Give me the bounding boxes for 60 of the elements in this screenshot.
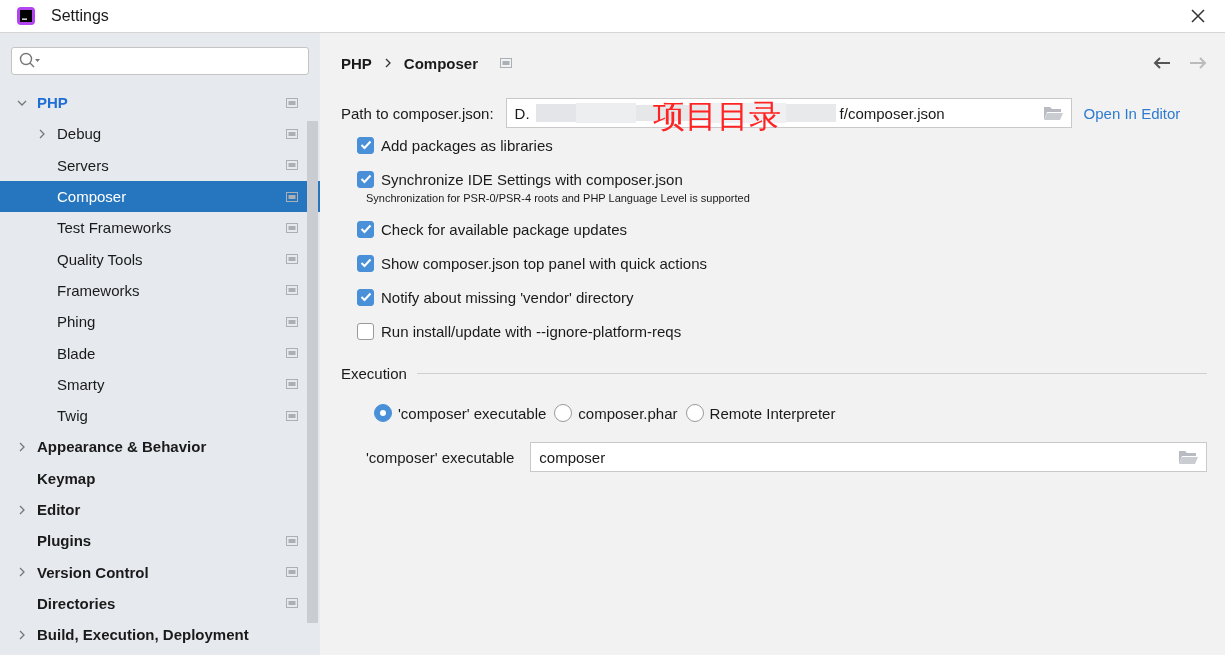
- radio-label[interactable]: Remote Interpreter: [709, 404, 836, 422]
- tree-item[interactable]: PHP: [0, 87, 320, 119]
- radio-button[interactable]: [685, 404, 704, 422]
- tree-item[interactable]: Version Control: [0, 556, 320, 588]
- radio-label[interactable]: 'composer' executable: [398, 404, 547, 422]
- tree-item[interactable]: Plugins: [0, 525, 320, 557]
- hint-text: Synchronization for PSR-0/PSR-4 roots and PHP Language Level is supported: [366, 192, 751, 206]
- chevron-icon[interactable]: [17, 567, 27, 578]
- chevron-icon[interactable]: [17, 504, 27, 515]
- tree-item[interactable]: Test Frameworks: [0, 212, 320, 244]
- radio-button[interactable]: [374, 404, 392, 422]
- checkbox-label[interactable]: Add packages as libraries: [381, 136, 553, 154]
- tree-item[interactable]: Directories: [0, 587, 320, 620]
- project-scope-icon: [500, 58, 513, 68]
- tree-item[interactable]: Servers: [0, 149, 320, 181]
- checkbox[interactable]: [357, 136, 374, 154]
- open-in-editor-link[interactable]: Open In Editor: [1083, 104, 1181, 122]
- checkbox[interactable]: [357, 170, 374, 188]
- app-logo-icon: [16, 6, 36, 26]
- folder-icon[interactable]: [1178, 449, 1198, 465]
- tree-item[interactable]: Appearance & Behavior: [0, 431, 320, 463]
- tree-item[interactable]: Smarty: [0, 368, 320, 400]
- tree-item[interactable]: Keymap: [0, 462, 320, 494]
- field-label: Path to composer.json:: [341, 104, 494, 122]
- tree-item[interactable]: Blade: [0, 337, 320, 369]
- window-title: Settings: [51, 7, 109, 25]
- checkbox-label[interactable]: Show composer.json top panel with quick actions: [381, 254, 707, 272]
- tree-item[interactable]: Quality Tools: [0, 243, 320, 275]
- chevron-icon[interactable]: [37, 128, 47, 139]
- tree-item[interactable]: Phing: [0, 306, 320, 338]
- radio-button[interactable]: [554, 404, 573, 422]
- folder-icon[interactable]: [1042, 105, 1063, 121]
- field-label: 'composer' executable: [366, 448, 515, 466]
- checkbox-label[interactable]: Notify about missing 'vendor' directory: [381, 288, 634, 306]
- chevron-icon[interactable]: [17, 629, 27, 640]
- checkbox-label[interactable]: Run install/update with --ignore-platform-reqs: [381, 322, 682, 340]
- breadcrumb-item: PHP: [341, 54, 372, 72]
- checkbox-label[interactable]: Check for available package updates: [381, 220, 627, 238]
- tree-item[interactable]: Frameworks: [0, 274, 320, 307]
- chevron-icon[interactable]: [17, 441, 27, 452]
- breadcrumb-item: Composer: [403, 54, 479, 72]
- checkbox[interactable]: [357, 322, 374, 340]
- close-icon[interactable]: [1191, 9, 1205, 23]
- chevron-icon: [383, 58, 392, 68]
- section-title: Execution: [341, 364, 407, 382]
- radio-label[interactable]: composer.phar: [578, 404, 678, 422]
- scrollbar-thumb[interactable]: [307, 121, 318, 623]
- search-field[interactable]: [11, 47, 309, 75]
- checkbox[interactable]: [357, 288, 374, 306]
- checkbox[interactable]: [357, 220, 374, 238]
- tree-item[interactable]: Composer: [0, 180, 320, 213]
- tree-item[interactable]: Editor: [0, 493, 320, 526]
- back-arrow-icon[interactable]: [1153, 56, 1171, 70]
- checkbox-label[interactable]: Synchronize IDE Settings with composer.json: [381, 170, 683, 188]
- checkbox[interactable]: [357, 254, 374, 272]
- tree-item[interactable]: Build, Execution, Deployment: [0, 619, 320, 651]
- tree-item[interactable]: Twig: [0, 399, 320, 432]
- search-icon: [19, 52, 41, 70]
- executable-field[interactable]: composer: [530, 442, 1207, 472]
- tree-item[interactable]: Debug: [0, 118, 320, 150]
